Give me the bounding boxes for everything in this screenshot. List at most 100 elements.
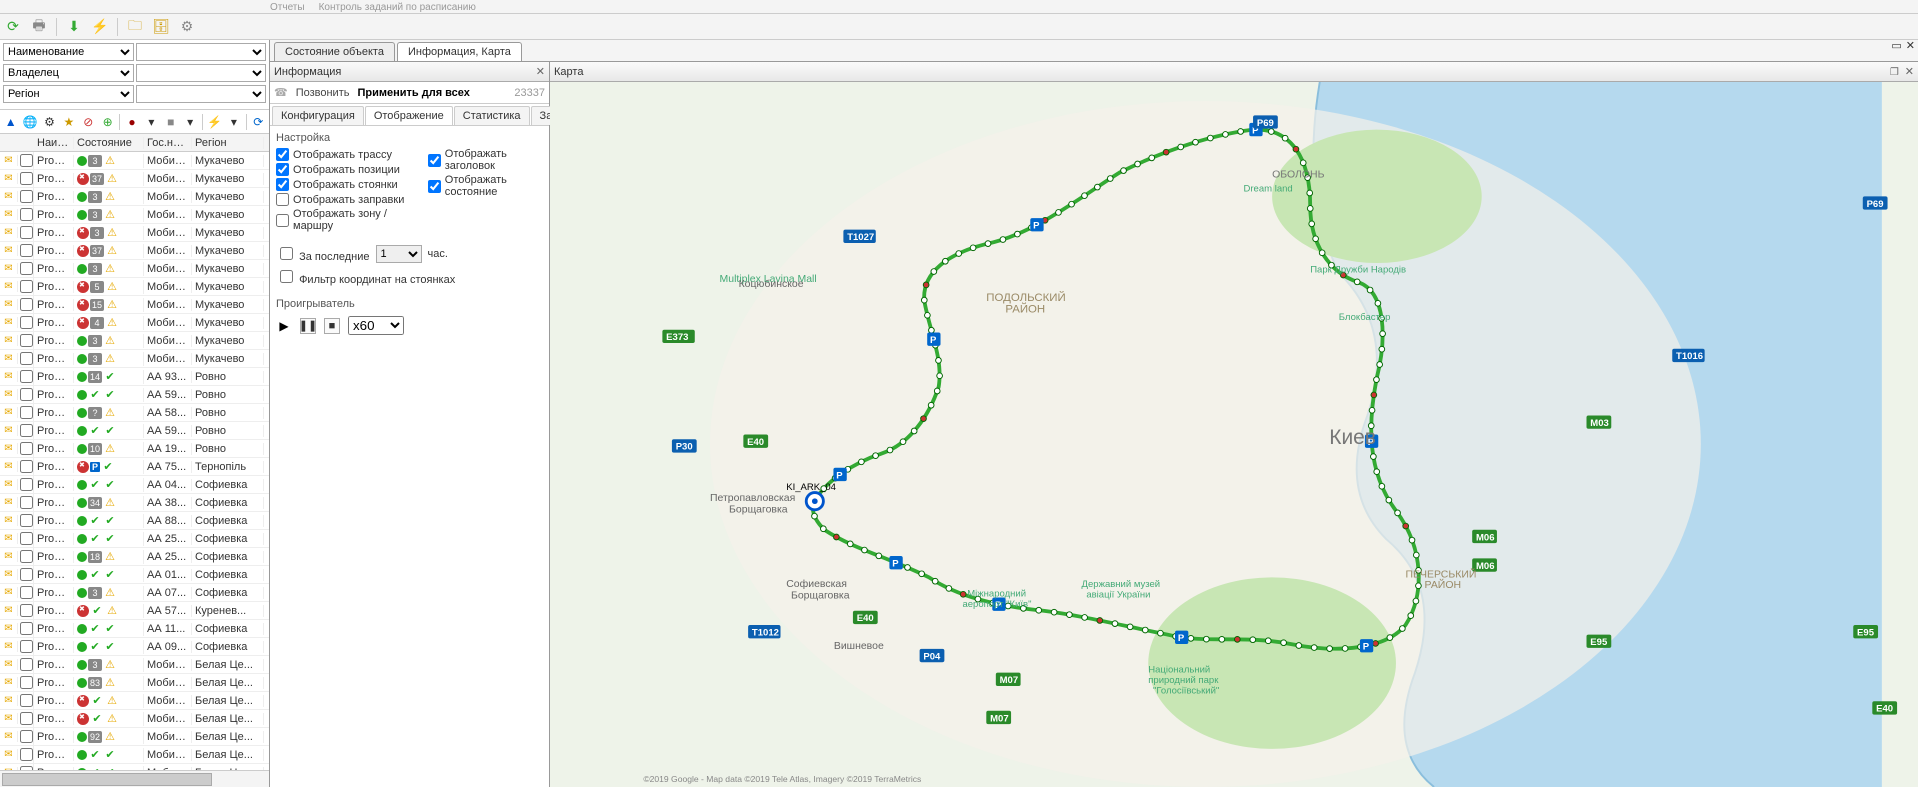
name-value-combo[interactable]	[136, 43, 267, 61]
row-checkbox[interactable]	[20, 406, 33, 419]
tab-state[interactable]: Состояние объекта	[274, 42, 395, 61]
table-row[interactable]: ✉ProdM...✔✔АА 88...Софиевка	[0, 512, 269, 530]
table-row[interactable]: ✉ProdM...37⚠Мобил...Мукачево	[0, 242, 269, 260]
row-checkbox[interactable]	[20, 208, 33, 221]
table-row[interactable]: ✉ProdM...3⚠Мобил...Мукачево	[0, 152, 269, 170]
dropdown-icon[interactable]: ▾	[144, 114, 159, 130]
table-row[interactable]: ✉ProdM...10⚠АА 19...Ровно	[0, 440, 269, 458]
display-option[interactable]: Отображать позиции	[276, 163, 408, 176]
row-checkbox[interactable]	[20, 370, 33, 383]
row-checkbox[interactable]	[20, 226, 33, 239]
display-option[interactable]: Отображать трассу	[276, 148, 408, 161]
display-option[interactable]: Отображать зону / маршру	[276, 208, 408, 232]
flash-icon[interactable]: ⚡	[91, 18, 109, 36]
table-row[interactable]: ✉ProdM...3⚠Мобил...Мукачево	[0, 332, 269, 350]
row-checkbox[interactable]	[20, 694, 33, 707]
tab-info-map[interactable]: Информация, Карта	[397, 42, 522, 61]
table-row[interactable]: ✉ProdM...3⚠АА 07...Софиевка	[0, 584, 269, 602]
row-checkbox[interactable]	[20, 748, 33, 761]
row-checkbox[interactable]	[20, 496, 33, 509]
print-icon[interactable]: 🖶	[30, 18, 48, 36]
row-checkbox[interactable]	[20, 352, 33, 365]
download-icon[interactable]: ⬇	[65, 18, 83, 36]
globe-icon[interactable]: 🌐	[22, 114, 37, 130]
row-checkbox[interactable]	[20, 658, 33, 671]
table-row[interactable]: ✉ProdM...3⚠Мобил...Мукачево	[0, 224, 269, 242]
row-checkbox[interactable]	[20, 262, 33, 275]
row-checkbox[interactable]	[20, 622, 33, 635]
row-checkbox[interactable]	[20, 154, 33, 167]
table-row[interactable]: ✉ProdM...3⚠Мобил...Мукачево	[0, 260, 269, 278]
db-icon[interactable]: 🗄	[152, 18, 170, 36]
call-link[interactable]: Позвонить	[296, 87, 350, 99]
dropdown-icon[interactable]: ▾	[182, 114, 197, 130]
row-checkbox[interactable]	[20, 478, 33, 491]
tab-stats[interactable]: Статистика	[454, 106, 530, 125]
table-row[interactable]: ✉ProdM...37⚠Мобил...Мукачево	[0, 170, 269, 188]
row-checkbox[interactable]	[20, 532, 33, 545]
row-checkbox[interactable]	[20, 640, 33, 653]
last-checkbox[interactable]: За последние	[276, 244, 370, 263]
refresh-icon[interactable]: ⟳	[4, 18, 22, 36]
dropdown-icon[interactable]: ▾	[226, 114, 241, 130]
row-checkbox[interactable]	[20, 244, 33, 257]
col-region[interactable]: Регіон	[192, 137, 264, 149]
delete-icon[interactable]: ⊘	[81, 114, 96, 130]
row-checkbox[interactable]	[20, 730, 33, 743]
table-row[interactable]: ✉ProdM...✔✔АА 25...Софиевка	[0, 530, 269, 548]
tab-config[interactable]: Конфигурация	[272, 106, 364, 125]
folder-icon[interactable]: 🗀	[126, 18, 144, 36]
close-icon[interactable]: ✕	[1906, 39, 1915, 52]
col-name[interactable]: Наимен...	[34, 137, 74, 149]
row-checkbox[interactable]	[20, 424, 33, 437]
row-checkbox[interactable]	[20, 568, 33, 581]
table-row[interactable]: ✉ProdM...✔✔Мобил...Белая Це...	[0, 746, 269, 764]
table-row[interactable]: ✉ProdM...3⚠Мобил...Мукачево	[0, 188, 269, 206]
row-checkbox[interactable]	[20, 712, 33, 725]
row-checkbox[interactable]	[20, 298, 33, 311]
menu-item[interactable]: Контроль заданий по расписанию	[319, 2, 476, 13]
table-row[interactable]: ✉ProdM...✔✔АА 09...Софиевка	[0, 638, 269, 656]
table-row[interactable]: ✉ProdM...✔✔АА 59...Ровно	[0, 386, 269, 404]
display-option[interactable]: Отображать заправки	[276, 193, 408, 206]
gear-icon[interactable]: ⚙	[42, 114, 57, 130]
close-icon[interactable]: ✕	[1905, 66, 1914, 78]
row-checkbox[interactable]	[20, 280, 33, 293]
owner-label-combo[interactable]: Владелец	[3, 64, 134, 82]
record-icon[interactable]: ●	[124, 114, 139, 130]
table-row[interactable]: ✉ProdM...✔⚠АА 57...Куренев...	[0, 602, 269, 620]
row-checkbox[interactable]	[20, 334, 33, 347]
square-icon[interactable]: ■	[163, 114, 178, 130]
grid-hscroll[interactable]	[0, 770, 269, 787]
flash-icon[interactable]: ⚡	[207, 114, 222, 130]
region-label-combo[interactable]: Регіон	[3, 85, 134, 103]
table-row[interactable]: ✉ProdM...✔✔АА 59...Ровно	[0, 422, 269, 440]
phone-icon[interactable]: ☎	[274, 86, 288, 99]
row-checkbox[interactable]	[20, 676, 33, 689]
row-checkbox[interactable]	[20, 316, 33, 329]
table-row[interactable]: ✉ProdM...✔✔АА 04...Софиевка	[0, 476, 269, 494]
col-state[interactable]: Состояние	[74, 137, 144, 149]
table-row[interactable]: ✉ProdM...14✔АА 93...Ровно	[0, 368, 269, 386]
last-value[interactable]: 1	[376, 245, 422, 263]
star-icon[interactable]: ★	[61, 114, 76, 130]
table-row[interactable]: ✉ProdM...✔⚠Мобил...Белая Це...	[0, 692, 269, 710]
table-row[interactable]: ✉ProdM...✔✔АА 01...Софиевка	[0, 566, 269, 584]
table-row[interactable]: ✉ProdM...18⚠АА 25...Софиевка	[0, 548, 269, 566]
restore-icon[interactable]: ❐	[1890, 67, 1899, 78]
table-row[interactable]: ✉ProdM...3⚠Мобил...Белая Це...	[0, 656, 269, 674]
filter-triangle-icon[interactable]: ▲	[3, 114, 18, 130]
row-checkbox[interactable]	[20, 460, 33, 473]
add-icon[interactable]: ⊕	[100, 114, 115, 130]
menu-item[interactable]: Отчеты	[270, 2, 305, 13]
refresh-icon[interactable]: ⟳	[251, 114, 266, 130]
settings-icon[interactable]: ⚙	[178, 18, 196, 36]
display-option[interactable]: Отображать заголовок	[428, 148, 543, 172]
table-row[interactable]: ✉ProdM...34⚠АА 38...Софиевка	[0, 494, 269, 512]
display-option[interactable]: Отображать стоянки	[276, 178, 408, 191]
row-checkbox[interactable]	[20, 442, 33, 455]
tab-display[interactable]: Отображение	[365, 106, 453, 125]
region-value-combo[interactable]	[136, 85, 267, 103]
objects-grid[interactable]: Наимен... Состояние Гос.но... Регіон ✉Pr…	[0, 134, 269, 770]
table-row[interactable]: ✉ProdM...✔✔АА 11...Софиевка	[0, 620, 269, 638]
